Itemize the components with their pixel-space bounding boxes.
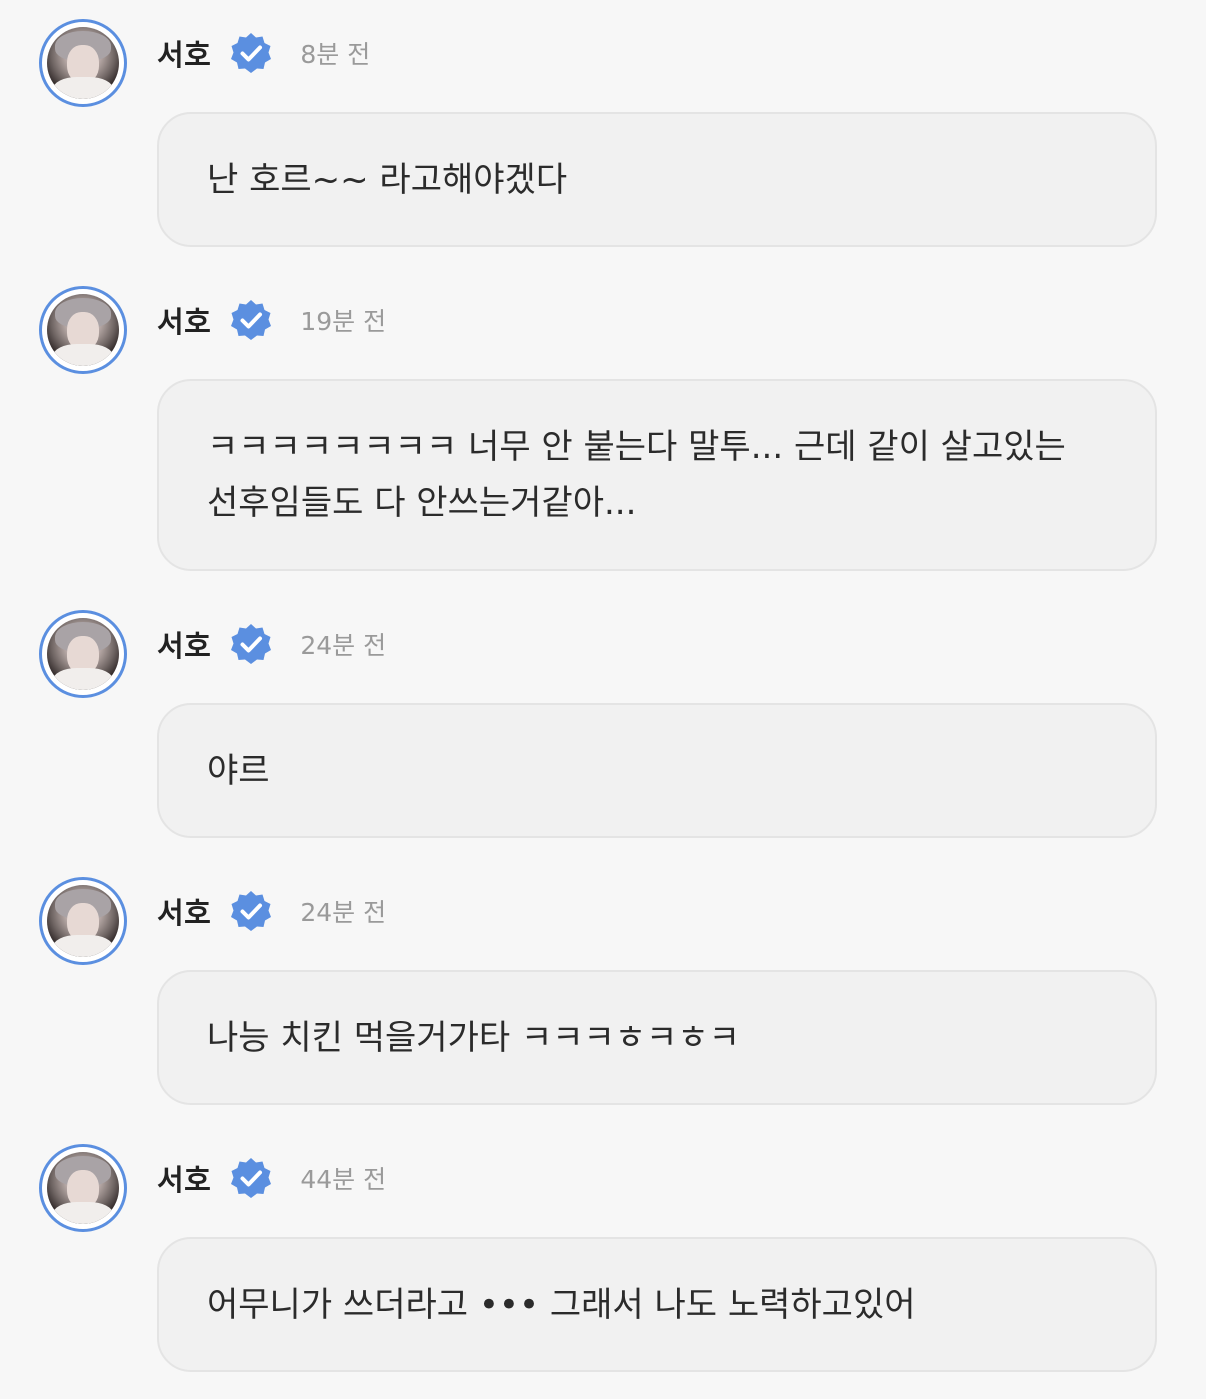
timestamp: 44분 전 <box>300 1165 387 1194</box>
verified-badge-icon <box>231 891 272 931</box>
author-name[interactable]: 서호 <box>157 299 211 341</box>
author-name[interactable]: 서호 <box>157 890 211 932</box>
timestamp: 24분 전 <box>300 898 387 927</box>
comment-text: 나능 치킨 먹을거가타 ㅋㅋㅋㅎㅋㅎㅋ <box>207 1017 740 1058</box>
comment-header: 서호 19분 전 <box>157 300 386 340</box>
comment-bubble: 나능 치킨 먹을거가타 ㅋㅋㅋㅎㅋㅎㅋ <box>157 970 1157 1105</box>
avatar-image <box>47 1152 119 1224</box>
avatar[interactable] <box>39 877 127 965</box>
comment-text: ㅋㅋㅋㅋㅋㅋㅋㅋ 너무 안 붙는다 말투... 근데 같이 살고있는 선후임들도… <box>207 427 1077 523</box>
comment-text: 야르 <box>207 750 270 791</box>
avatar-image <box>47 294 119 366</box>
timestamp: 24분 전 <box>300 631 387 660</box>
author-name[interactable]: 서호 <box>157 32 211 74</box>
comment-bubble: 야르 <box>157 703 1157 838</box>
comment-bubble: 난 호르~~ 라고해야겠다 <box>157 112 1157 247</box>
avatar-image <box>47 27 119 99</box>
avatar[interactable] <box>39 286 127 374</box>
avatar-image <box>47 885 119 957</box>
comment-header: 서호 24분 전 <box>157 624 386 664</box>
comment-bubble: 어무니가 쓰더라고 ••• 그래서 나도 노력하고있어 <box>157 1237 1157 1372</box>
verified-badge-icon <box>231 624 272 664</box>
comment-feed: 서호 8분 전 난 호르~~ 라고해야겠다 서호 19분 전 ㅋㅋㅋㅋㅋㅋㅋㅋ … <box>0 0 1206 1399</box>
avatar-image <box>47 618 119 690</box>
comment-text: 난 호르~~ 라고해야겠다 <box>207 159 568 200</box>
avatar[interactable] <box>39 19 127 107</box>
author-name[interactable]: 서호 <box>157 623 211 665</box>
timestamp: 19분 전 <box>300 307 387 336</box>
comment-header: 서호 24분 전 <box>157 891 386 931</box>
author-name[interactable]: 서호 <box>157 1157 211 1199</box>
comment-header: 서호 44분 전 <box>157 1158 386 1198</box>
timestamp: 8분 전 <box>300 40 371 69</box>
verified-badge-icon <box>231 33 272 73</box>
verified-badge-icon <box>231 1158 272 1198</box>
comment-bubble: ㅋㅋㅋㅋㅋㅋㅋㅋ 너무 안 붙는다 말투... 근데 같이 살고있는 선후임들도… <box>157 379 1157 571</box>
comment-text: 어무니가 쓰더라고 ••• 그래서 나도 노력하고있어 <box>207 1284 916 1325</box>
comment-header: 서호 8분 전 <box>157 33 370 73</box>
avatar[interactable] <box>39 1144 127 1232</box>
avatar[interactable] <box>39 610 127 698</box>
verified-badge-icon <box>231 300 272 340</box>
